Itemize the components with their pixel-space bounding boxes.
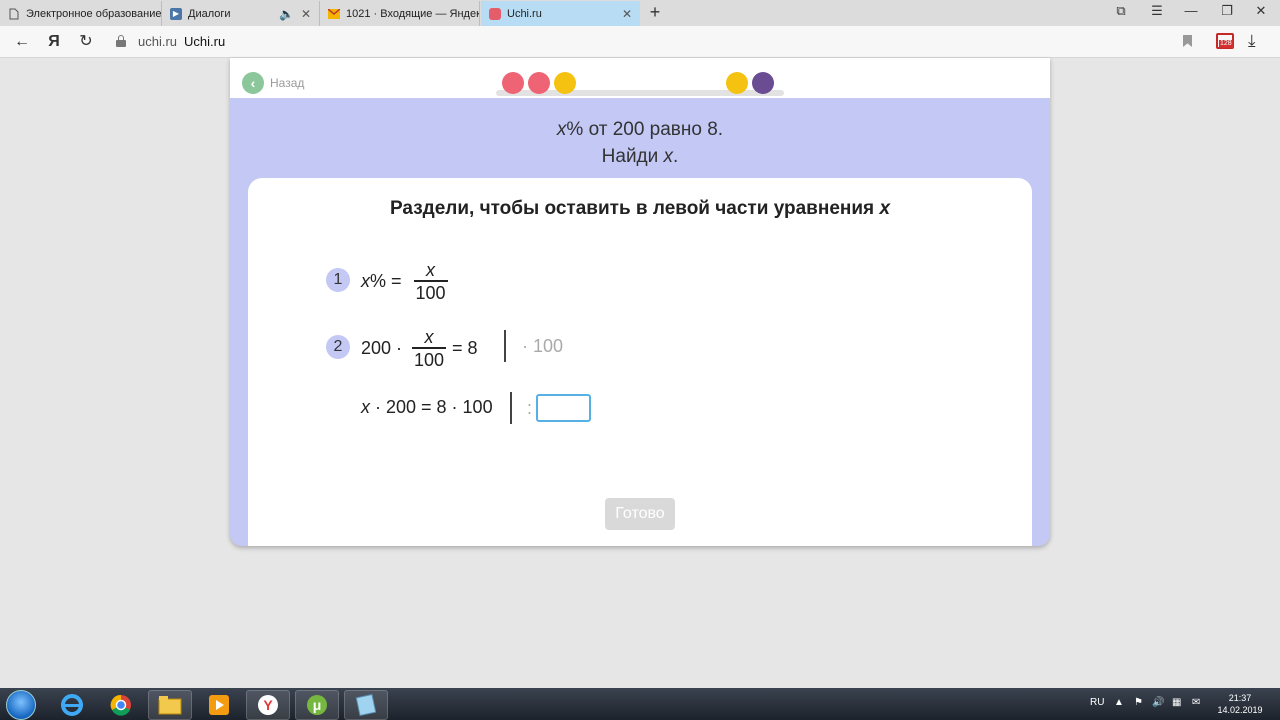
back-label: Назад [270,76,305,90]
progress-dot [726,72,748,94]
operation-separator [504,330,506,362]
ie-icon[interactable] [50,690,94,720]
equation-text: · 200 = 8 · 100 [370,397,493,417]
restore-icon[interactable]: ❐ [1218,3,1236,19]
volume-icon[interactable]: 🔊 [1152,697,1164,708]
fraction: x 100 [413,260,448,304]
equation-text: = 8 [452,338,478,359]
close-icon[interactable]: ✕ [620,7,634,21]
yandex-browser-icon[interactable]: Y [246,690,290,720]
progress-dot [752,72,774,94]
equation-text: 200 · [361,338,403,359]
utorrent-icon[interactable]: μ [295,690,339,720]
solution-panel: Раздели, чтобы оставить в левой части ур… [248,178,1032,546]
minimize-icon[interactable]: — [1182,3,1200,18]
step-2-equation: 200 · x 100 = 8 [361,327,478,371]
equation-text: % = [370,271,402,292]
progress-dot [554,72,576,94]
back-arrow-icon[interactable]: ← [12,32,32,52]
task-line-2: Найди x. [230,143,1050,170]
task-text: Найди [601,146,664,167]
task-variable: x [663,146,674,167]
address-page-title: Uchi.ru [184,34,226,49]
window-close-icon[interactable]: ✕ [1252,3,1270,19]
fraction-denominator: 100 [415,282,446,303]
equation-variable: x [361,397,370,417]
operation-separator [510,392,512,424]
fraction-numerator: x [426,260,436,280]
vk-icon: ▶ [170,7,182,20]
start-button[interactable] [6,690,36,720]
chevron-left-icon: ‹ [242,72,264,94]
tab-title: Диалоги [188,7,231,20]
fraction: x 100 [412,327,447,371]
task-card: ‹ Назад x% от 200 равно 8. Найди x. Разд… [230,58,1050,546]
tab-title: Электронное образование [26,7,161,20]
tab-title: Uchi.ru [507,7,542,20]
explorer-icon[interactable] [148,690,192,720]
answer-input[interactable] [536,394,591,422]
task-line-1: x% от 200 равно 8. [230,116,1050,143]
progress-dot [528,72,550,94]
yandex-button[interactable]: Я [44,32,64,52]
svg-text:Y: Y [263,697,273,713]
close-icon[interactable]: ✕ [299,7,313,21]
uchi-icon [489,7,501,20]
menu-icon[interactable]: ☰ [1148,3,1166,19]
tab-electronic-education[interactable]: Электронное образование [0,1,162,26]
instruction-variable: x [879,198,891,219]
back-button[interactable]: ‹ Назад [242,72,304,94]
language-indicator[interactable]: RU [1090,697,1104,708]
instruction: Раздели, чтобы оставить в левой части ур… [248,198,1032,220]
done-button[interactable]: Готово [605,498,675,530]
instruction-text: Раздели, чтобы оставить в левой части ур… [389,198,875,219]
new-tab-button[interactable]: + [646,2,664,23]
clock-date: 14.02.2019 [1217,705,1263,715]
taskbar: Y μ RU ▲ ⚑ 🔊 ▦ ✉ [0,688,1280,720]
task-statement: x% от 200 равно 8. Найди x. [230,116,1050,170]
tab-yandex-mail[interactable]: 1021 · Входящие — Яндекс [320,1,480,26]
task-variable: x [556,119,567,140]
progress-dot [502,72,524,94]
chrome-icon[interactable] [99,690,143,720]
lock-icon [116,35,126,47]
current-equation: x · 200 = 8 · 100 [361,397,493,418]
address-bar[interactable]: uchi.ru Uchi.ru [108,29,1200,55]
system-clock[interactable]: 21:37 14.02.2019 [1214,692,1266,716]
equation-variable: x [361,271,370,292]
notes-icon[interactable] [344,690,388,720]
fraction-denominator: 100 [414,349,445,370]
network-icon[interactable]: ▦ [1172,697,1181,708]
task-text: . [673,146,679,167]
division-symbol: : [527,398,533,418]
action-center-icon[interactable]: ✉ [1192,697,1200,708]
task-text: % от 200 равно 8. [566,119,724,140]
step-number: 2 [326,335,350,359]
mail-icon [328,8,340,20]
reload-icon[interactable]: ↻ [76,32,96,52]
speaker-icon[interactable]: 🔈 [279,7,294,21]
media-player-icon[interactable] [197,690,241,720]
step-1-equation: x % = x 100 [361,260,454,304]
fraction-numerator: x [424,327,434,347]
clock-time: 21:37 [1228,693,1252,703]
step-operation: · 100 [522,336,564,356]
mail-count-badge: 128 [1219,40,1233,48]
tab-list-icon[interactable]: ⧉ [1112,3,1130,19]
tab-title: 1021 · Входящие — Яндекс [346,7,479,20]
mail-extension-icon[interactable]: 128 [1216,33,1234,49]
tray-expand-icon[interactable]: ▲ [1114,697,1124,708]
tab-dialogs[interactable]: ▶ Диалоги 🔈 ✕ [162,1,320,26]
card-header: ‹ Назад [230,58,1050,98]
document-icon [8,8,20,20]
address-domain: uchi.ru [138,34,178,49]
bookmark-icon[interactable] [1183,35,1192,47]
download-icon[interactable]: ⤓ [1248,31,1256,51]
navigation-bar: ← Я ↻ uchi.ru Uchi.ru [0,26,1280,58]
tab-bar: Электронное образование ▶ Диалоги 🔈 ✕ 10… [0,0,1280,26]
svg-text:μ: μ [313,697,322,713]
step-number: 1 [326,268,350,292]
flag-icon[interactable]: ⚑ [1134,697,1143,708]
tab-uchi[interactable]: Uchi.ru ✕ [481,1,640,26]
